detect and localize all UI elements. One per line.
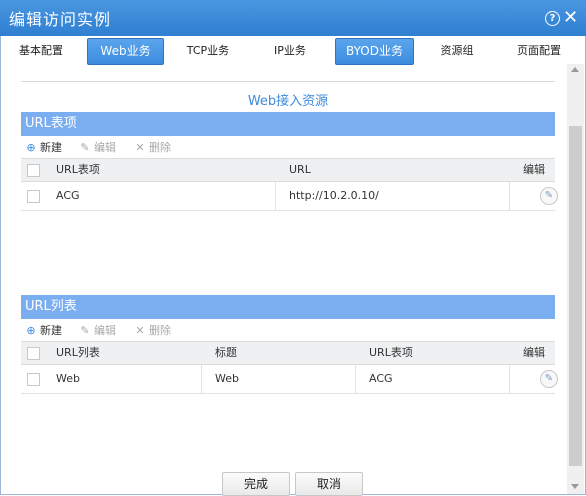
delete-x-icon: ✕ <box>135 324 145 337</box>
dialog-titlebar: 编辑访问实例 ? ✕ <box>0 0 586 36</box>
dialog-title: 编辑访问实例 <box>9 10 112 29</box>
url-list-title: Web <box>215 372 239 385</box>
select-all-checkbox[interactable] <box>27 164 40 177</box>
url-item-name: ACG <box>56 189 80 202</box>
scroll-up-icon[interactable] <box>571 67 579 72</box>
scrollbar-thumb[interactable] <box>569 126 582 466</box>
url-items-edit-button[interactable]: ✎ 编辑 <box>79 139 116 155</box>
row-checkbox[interactable] <box>27 373 40 386</box>
tab-divider <box>21 81 555 82</box>
finish-button[interactable]: 完成 <box>222 472 290 496</box>
column-header-edit: 编辑 <box>523 163 545 176</box>
tab-ip-service[interactable]: IP业务 <box>259 38 321 63</box>
url-list-table-header: URL列表 标题 URL表项 编辑 <box>21 341 555 365</box>
tab-byod-service[interactable]: BYOD业务 <box>335 38 414 65</box>
tab-page-config[interactable]: 页面配置 <box>508 38 570 63</box>
vertical-scrollbar[interactable] <box>567 64 584 494</box>
help-icon[interactable]: ? <box>545 11 560 26</box>
url-list-panel-header: URL列表 <box>21 295 555 319</box>
edit-pencil-icon[interactable]: ✎ <box>540 370 558 388</box>
url-list-name: Web <box>56 372 80 385</box>
column-header-url-item[interactable]: URL表项 <box>56 159 100 181</box>
edit-pencil-icon[interactable]: ✎ <box>540 187 558 205</box>
section-title: Web接入资源 <box>247 94 329 109</box>
url-items-table-header: URL表项 URL 编辑 <box>21 158 555 182</box>
scroll-down-icon[interactable] <box>571 484 579 489</box>
url-items-panel-header: URL表项 <box>21 112 555 136</box>
column-divider <box>509 365 510 393</box>
column-header-url[interactable]: URL <box>289 159 311 181</box>
cancel-button[interactable]: 取消 <box>295 472 363 496</box>
column-header-url-list[interactable]: URL列表 <box>56 342 100 364</box>
plus-circle-icon: ⊕ <box>26 141 36 154</box>
url-items-toolbar: ⊕ 新建 ✎ 编辑 ✕ 删除 <box>21 137 555 157</box>
url-value: http://10.2.0.10/ <box>289 189 379 202</box>
column-divider <box>201 365 202 393</box>
url-items-new-button[interactable]: ⊕ 新建 <box>25 139 62 155</box>
select-all-checkbox[interactable] <box>27 347 40 360</box>
table-row[interactable]: ACG http://10.2.0.10/ ✎ <box>21 182 558 211</box>
pencil-icon: ✎ <box>80 324 90 337</box>
column-header-edit: 编辑 <box>523 346 545 359</box>
tab-resource-group[interactable]: 资源组 <box>426 38 488 63</box>
delete-x-icon: ✕ <box>135 141 145 154</box>
tab-tcp-service[interactable]: TCP业务 <box>177 38 239 63</box>
column-divider <box>355 365 356 393</box>
url-list-toolbar: ⊕ 新建 ✎ 编辑 ✕ 删除 <box>21 320 555 340</box>
url-items-delete-button[interactable]: ✕ 删除 <box>134 139 171 155</box>
row-checkbox[interactable] <box>27 190 40 203</box>
column-divider <box>509 182 510 210</box>
url-list-new-button[interactable]: ⊕ 新建 <box>25 322 62 338</box>
column-header-title[interactable]: 标题 <box>215 342 237 364</box>
tab-basic-config[interactable]: 基本配置 <box>11 38 71 63</box>
column-header-url-item[interactable]: URL表项 <box>369 342 413 364</box>
url-list-delete-button[interactable]: ✕ 删除 <box>134 322 171 338</box>
plus-circle-icon: ⊕ <box>26 324 36 337</box>
tab-web-service[interactable]: Web业务 <box>87 38 164 65</box>
close-icon[interactable]: ✕ <box>563 9 578 27</box>
pencil-icon: ✎ <box>80 141 90 154</box>
column-divider <box>275 182 276 210</box>
dialog-body: 基本配置 Web业务 TCP业务 IP业务 BYOD业务 资源组 页面配置 We… <box>0 36 586 496</box>
table-row[interactable]: Web Web ACG ✎ <box>21 365 558 394</box>
tab-bar: 基本配置 Web业务 TCP业务 IP业务 BYOD业务 资源组 页面配置 <box>1 36 585 66</box>
url-list-edit-button[interactable]: ✎ 编辑 <box>79 322 116 338</box>
url-list-item-ref: ACG <box>369 372 393 385</box>
